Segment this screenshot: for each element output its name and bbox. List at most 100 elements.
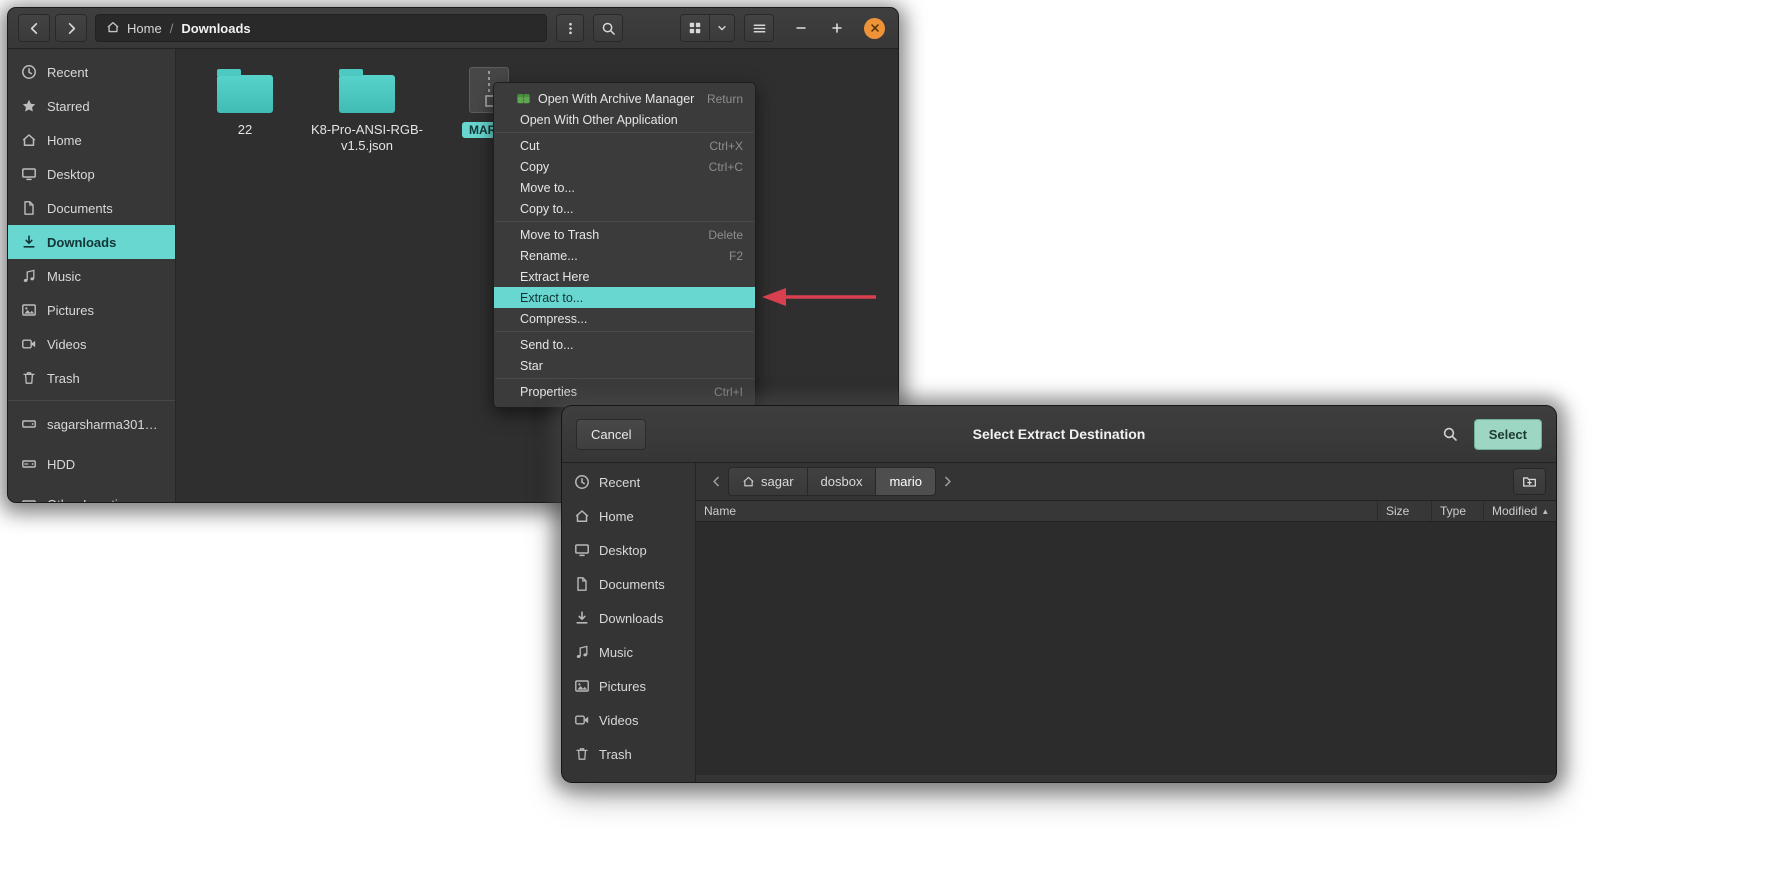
close-button[interactable]	[864, 18, 885, 39]
menu-item-copy-to[interactable]: Copy to...	[494, 198, 755, 219]
image-icon	[21, 302, 37, 318]
dialog-sidebar-item-documents[interactable]: Documents	[562, 567, 695, 601]
column-header-size[interactable]: Size	[1377, 501, 1431, 521]
app-menu-button[interactable]	[744, 14, 774, 42]
dialog-sidebar-item-trash[interactable]: Trash	[562, 737, 695, 771]
column-header-name[interactable]: Name	[696, 501, 1377, 521]
file-item-22[interactable]: 22	[186, 63, 304, 138]
breadcrumb-current[interactable]: Downloads	[181, 21, 250, 36]
back-button[interactable]	[18, 14, 50, 42]
view-options-dropdown[interactable]	[709, 14, 735, 42]
menu-item-open-with-other-application[interactable]: Open With Other Application	[494, 109, 755, 130]
sidebar-item-label: Documents	[47, 201, 113, 216]
dialog-sidebar-item-recent[interactable]: Recent	[562, 465, 695, 499]
menu-item-open-with-archive-manager[interactable]: Open With Archive ManagerReturn	[494, 88, 755, 109]
menu-item-copy[interactable]: CopyCtrl+C	[494, 156, 755, 177]
dialog-title: Select Extract Destination	[562, 426, 1556, 442]
drive-icon	[21, 456, 37, 472]
menu-item-send-to[interactable]: Send to...	[494, 334, 755, 355]
trash-icon	[574, 746, 590, 762]
sidebar-item-recent[interactable]: Recent	[8, 55, 175, 89]
dialog-bottom-edge	[696, 775, 1556, 782]
sidebar-item-starred[interactable]: Starred	[8, 89, 175, 123]
path-scroll-right-button[interactable]	[938, 469, 958, 495]
minimize-button[interactable]	[792, 19, 810, 37]
trash-icon	[21, 370, 37, 386]
more-options-button[interactable]	[556, 14, 584, 42]
dialog-sidebar-item-home[interactable]: Home	[562, 499, 695, 533]
sidebar-item-label: Recent	[47, 65, 88, 80]
menu-item-extract-to[interactable]: Extract to...	[494, 287, 755, 308]
sidebar-item-other-locations[interactable]: Other Locations	[8, 484, 175, 502]
breadcrumb-separator: /	[170, 21, 174, 36]
path-segment-dosbox[interactable]: dosbox	[807, 467, 877, 496]
menu-item-star[interactable]: Star	[494, 355, 755, 376]
menu-item-label: Copy	[520, 160, 549, 174]
select-button[interactable]: Select	[1474, 419, 1542, 450]
new-folder-icon	[1522, 474, 1537, 489]
dialog-file-list-empty[interactable]	[696, 522, 1556, 775]
path-segment-mario[interactable]: mario	[875, 467, 936, 496]
column-header-modified[interactable]: Modified▲	[1483, 501, 1556, 521]
dialog-search-button[interactable]	[1434, 419, 1466, 449]
dialog-pathbar: sagardosbox mario	[696, 463, 1556, 500]
sidebar-item-documents[interactable]: Documents	[8, 191, 175, 225]
forward-button[interactable]	[55, 14, 87, 42]
view-toggle-group	[680, 14, 735, 42]
menu-separator	[495, 221, 754, 222]
menu-item-compress[interactable]: Compress...	[494, 308, 755, 329]
sidebar-item-label: Starred	[47, 99, 90, 114]
menu-item-rename[interactable]: Rename...F2	[494, 245, 755, 266]
menu-item-move-to[interactable]: Move to...	[494, 177, 755, 198]
path-scroll-left-button[interactable]	[706, 469, 726, 495]
menu-item-label: Open With Other Application	[520, 113, 678, 127]
menu-item-label: Extract to...	[520, 291, 583, 305]
dialog-sidebar-item-label: Videos	[599, 713, 639, 728]
desktop: Home / Downloads RecentStarredHomeDeskto…	[0, 0, 1768, 888]
drive-icon	[21, 496, 37, 502]
file-item-k8-pro-ansi-rgb-v1-5-json[interactable]: K8-Pro-ANSI-RGB-v1.5.json	[308, 63, 426, 153]
window-controls	[792, 18, 888, 39]
menu-item-label: Properties	[520, 385, 577, 399]
menu-item-extract-here[interactable]: Extract Here	[494, 266, 755, 287]
sidebar-item-trash[interactable]: Trash	[8, 361, 175, 395]
column-header-type[interactable]: Type	[1431, 501, 1483, 521]
archive-manager-icon	[516, 91, 531, 106]
cancel-button[interactable]: Cancel	[576, 419, 646, 450]
menu-item-move-to-trash[interactable]: Move to TrashDelete	[494, 224, 755, 245]
download-icon	[574, 610, 590, 626]
star-icon	[21, 98, 37, 114]
home-icon	[574, 508, 590, 524]
path-bar[interactable]: Home / Downloads	[95, 14, 547, 42]
new-folder-button[interactable]	[1513, 468, 1546, 495]
search-button[interactable]	[593, 14, 623, 42]
grid-view-button[interactable]	[680, 14, 710, 42]
sidebar-item-desktop[interactable]: Desktop	[8, 157, 175, 191]
sidebar-item-music[interactable]: Music	[8, 259, 175, 293]
maximize-button[interactable]	[828, 19, 846, 37]
sidebar-item-label: Pictures	[47, 303, 94, 318]
menu-item-cut[interactable]: CutCtrl+X	[494, 135, 755, 156]
path-segment-sagar[interactable]: sagar	[728, 467, 808, 496]
dialog-sidebar-item-downloads[interactable]: Downloads	[562, 601, 695, 635]
dialog-sidebar-item-videos[interactable]: Videos	[562, 703, 695, 737]
path-segment-label: mario	[889, 474, 922, 489]
sidebar-item-sagarsharma3012200[interactable]: sagarsharma3012200...	[8, 404, 175, 444]
dialog-sidebar-item-music[interactable]: Music	[562, 635, 695, 669]
files-headerbar: Home / Downloads	[8, 8, 898, 49]
sidebar-item-home[interactable]: Home	[8, 123, 175, 157]
plus-icon	[830, 21, 844, 35]
menu-item-properties[interactable]: PropertiesCtrl+I	[494, 381, 755, 402]
dialog-main-pane: sagardosbox mario NameSizeTypeModified▲	[696, 463, 1556, 782]
sidebar-item-videos[interactable]: Videos	[8, 327, 175, 361]
sidebar-item-downloads[interactable]: Downloads	[8, 225, 175, 259]
sidebar-item-pictures[interactable]: Pictures	[8, 293, 175, 327]
menu-item-shortcut: F2	[729, 249, 743, 263]
dialog-sidebar-item-label: Recent	[599, 475, 640, 490]
chevron-left-icon	[710, 475, 723, 488]
dialog-sidebar-item-desktop[interactable]: Desktop	[562, 533, 695, 567]
dialog-sidebar-item-pictures[interactable]: Pictures	[562, 669, 695, 703]
folder-icon	[339, 75, 395, 113]
breadcrumb-home[interactable]: Home	[106, 20, 162, 37]
sidebar-item-hdd[interactable]: HDD	[8, 444, 175, 484]
